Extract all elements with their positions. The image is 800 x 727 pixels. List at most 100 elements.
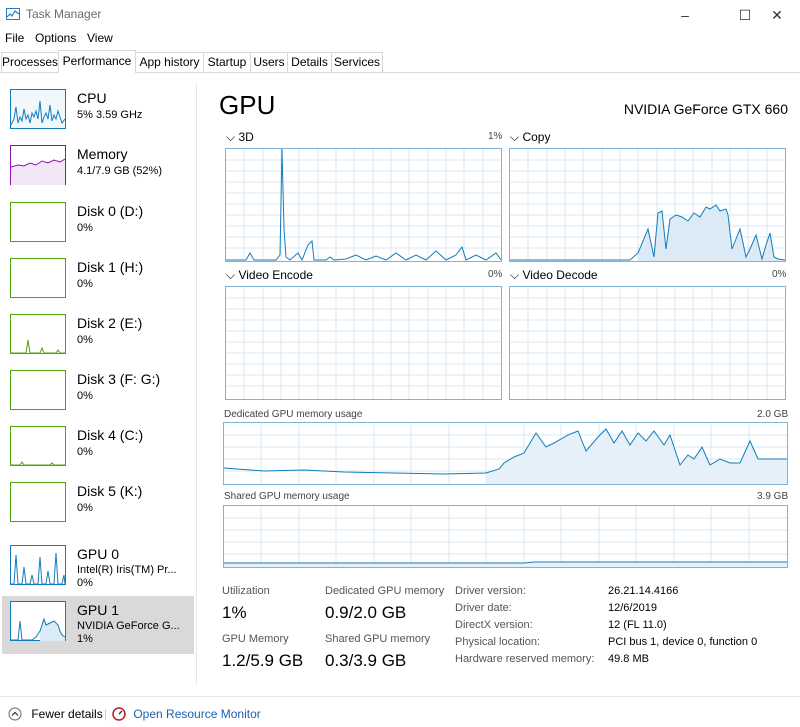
sidebar-item-disk-3[interactable]: Disk 3 (F: G:) 0% — [2, 365, 194, 423]
close-button[interactable]: ✕ — [754, 0, 800, 30]
gpu-1-thumbnail-graph — [10, 601, 66, 641]
hardware-reserved-memory-label: Hardware reserved memory: — [455, 653, 595, 665]
resource-monitor-icon — [112, 707, 126, 721]
utilization-value: 1% — [222, 603, 247, 622]
shared-gpu-memory-value: 0.3/3.9 GB — [325, 651, 407, 670]
engine-video-decode-graph — [509, 286, 786, 400]
dedicated-memory-max: 2.0 GB — [757, 409, 789, 420]
sidebar-item-disk-5[interactable]: Disk 5 (K:) 0% — [2, 477, 194, 535]
sidebar-label: GPU 0 — [77, 546, 120, 562]
gpu-model-name: NVIDIA GeForce GTX 660 — [623, 101, 788, 117]
tab-processes[interactable]: Processes — [1, 52, 59, 72]
resource-sidebar: CPU 5% 3.59 GHz Memory 4.1/7.9 GB (52%) … — [0, 84, 197, 684]
engine-video-encode-label[interactable]: ⌵ Video Encode — [226, 268, 313, 283]
tab-strip: Processes Performance App history Startu… — [0, 50, 800, 73]
sidebar-item-disk-2[interactable]: Disk 2 (E:) 0% — [2, 309, 194, 367]
sidebar-percent: 1% — [77, 633, 93, 645]
sidebar-label: Memory — [77, 146, 128, 162]
open-resource-monitor-label: Open Resource Monitor — [133, 707, 261, 721]
driver-date-value: 12/6/2019 — [608, 602, 657, 614]
footer-separator: | — [104, 707, 108, 721]
minimize-button[interactable]: – — [662, 0, 708, 30]
sidebar-item-memory[interactable]: Memory 4.1/7.9 GB (52%) — [2, 140, 194, 198]
physical-location-label: Physical location: — [455, 636, 540, 648]
sidebar-subtext: 0% — [77, 502, 93, 514]
sidebar-item-disk-0[interactable]: Disk 0 (D:) 0% — [2, 197, 194, 255]
engine-copy-graph — [509, 148, 786, 262]
tab-app-history[interactable]: App history — [135, 52, 204, 72]
shared-memory-graph — [223, 505, 788, 568]
engine-3d-percent: 1% — [488, 131, 503, 142]
menu-file[interactable]: File — [5, 31, 24, 45]
disk-2-thumbnail-graph — [10, 314, 66, 354]
tab-users[interactable]: Users — [250, 52, 288, 72]
tab-startup[interactable]: Startup — [203, 52, 251, 72]
driver-version-label: Driver version: — [455, 585, 526, 597]
gpu-memory-label: GPU Memory — [222, 633, 289, 645]
sidebar-subtext: 0% — [77, 278, 93, 290]
sidebar-subtext: 0% — [77, 390, 93, 402]
sidebar-item-gpu-1[interactable]: GPU 1 NVIDIA GeForce G... 1% — [2, 596, 194, 654]
sidebar-label: GPU 1 — [77, 602, 120, 618]
shared-memory-label: Shared GPU memory usage — [224, 491, 350, 502]
physical-location-value: PCI bus 1, device 0, function 0 — [608, 636, 758, 648]
disk-4-thumbnail-graph — [10, 426, 66, 466]
shared-gpu-memory-label: Shared GPU memory — [325, 633, 431, 645]
sidebar-label: Disk 0 (D:) — [77, 203, 144, 219]
fewer-details-button[interactable]: Fewer details — [8, 707, 103, 721]
window-title: Task Manager — [26, 7, 102, 21]
sidebar-subtext: Intel(R) Iris(TM) Pr... — [77, 564, 177, 576]
cpu-thumbnail-graph — [10, 89, 66, 129]
sidebar-label: Disk 3 (F: G:) — [77, 371, 161, 387]
title-bar: Task Manager – ☐ ✕ — [0, 0, 800, 30]
sidebar-subtext: NVIDIA GeForce G... — [77, 620, 180, 632]
sidebar-item-disk-4[interactable]: Disk 4 (C:) 0% — [2, 421, 194, 479]
directx-version-label: DirectX version: — [455, 619, 533, 631]
disk-3-thumbnail-graph — [10, 370, 66, 410]
menu-bar: File Options View — [0, 30, 800, 48]
tab-services[interactable]: Services — [331, 52, 383, 72]
directx-version-value: 12 (FL 11.0) — [608, 619, 667, 631]
disk-0-thumbnail-graph — [10, 202, 66, 242]
engine-3d-graph-plot — [226, 149, 501, 261]
utilization-label: Utilization — [222, 585, 270, 597]
sidebar-subtext: 0% — [77, 334, 93, 346]
fewer-details-label: Fewer details — [31, 707, 103, 721]
sidebar-item-disk-1[interactable]: Disk 1 (H:) 0% — [2, 253, 194, 311]
sidebar-item-gpu-0[interactable]: GPU 0 Intel(R) Iris(TM) Pr... 0% — [2, 540, 194, 598]
dedicated-memory-label: Dedicated GPU memory usage — [224, 409, 363, 420]
menu-view[interactable]: View — [87, 31, 113, 45]
engine-copy-label[interactable]: ⌵ Copy — [510, 130, 550, 145]
sidebar-label: CPU — [77, 90, 107, 106]
disk-1-thumbnail-graph — [10, 258, 66, 298]
engine-video-encode-graph — [225, 286, 502, 400]
engine-3d-graph — [225, 148, 502, 262]
tab-details[interactable]: Details — [287, 52, 332, 72]
engine-video-decode-percent: 0% — [772, 269, 787, 280]
shared-memory-graph-plot — [224, 506, 787, 567]
tab-performance[interactable]: Performance — [58, 50, 136, 73]
open-resource-monitor-link[interactable]: Open Resource Monitor — [112, 707, 261, 721]
engine-video-encode-graph-plot — [226, 287, 501, 399]
engine-video-decode-graph-plot — [510, 287, 785, 399]
close-icon: ✕ — [771, 6, 783, 23]
disk-5-thumbnail-graph — [10, 482, 66, 522]
dedicated-memory-graph-plot — [224, 423, 787, 484]
gpu-0-thumbnail-graph — [10, 545, 66, 585]
footer: Fewer details | Open Resource Monitor — [0, 696, 800, 727]
hardware-reserved-memory-value: 49.8 MB — [608, 653, 649, 665]
menu-options[interactable]: Options — [35, 31, 76, 45]
dedicated-gpu-memory-value: 0.9/2.0 GB — [325, 603, 407, 622]
driver-version-value: 26.21.14.4166 — [608, 585, 679, 597]
dedicated-gpu-memory-label: Dedicated GPU memory — [325, 585, 445, 597]
engine-3d-label[interactable]: ⌵ 3D — [226, 130, 254, 145]
shared-memory-max: 3.9 GB — [757, 491, 789, 502]
engine-video-decode-label[interactable]: ⌵ Video Decode — [510, 268, 598, 283]
chevron-up-icon — [8, 707, 22, 721]
gpu-memory-value: 1.2/5.9 GB — [222, 651, 304, 670]
sidebar-label: Disk 2 (E:) — [77, 315, 143, 331]
sidebar-item-cpu[interactable]: CPU 5% 3.59 GHz — [2, 84, 194, 142]
engine-video-encode-percent: 0% — [488, 269, 503, 280]
task-manager-icon — [6, 8, 20, 20]
sidebar-subtext: 0% — [77, 222, 93, 234]
